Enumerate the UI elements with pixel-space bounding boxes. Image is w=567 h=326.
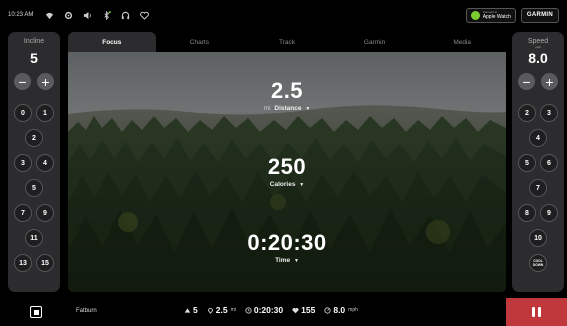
incline-preset[interactable]: 11: [25, 229, 43, 247]
incline-title: Incline: [23, 38, 45, 45]
speed-preset[interactable]: 6: [540, 154, 558, 172]
speed-panel: Speed mph 8.0 − + 2 3 4 5 6 7 8 9 10 COO…: [512, 32, 564, 292]
garmin-button[interactable]: GARMIN: [520, 7, 559, 23]
cool-down-button[interactable]: COOL DOWN: [529, 254, 547, 272]
speed-increase-button[interactable]: +: [541, 73, 558, 90]
tab-media[interactable]: Media: [418, 32, 506, 52]
chevron-down-icon: ▼: [293, 258, 299, 264]
speed-preset[interactable]: 8: [518, 204, 536, 222]
incline-icon: [184, 307, 191, 313]
speed-preset[interactable]: 7: [529, 179, 547, 197]
focus-view: 2.5 mi Distance ▼ 250 Calories ▼ 0:20:30…: [68, 52, 506, 292]
distance-value: 2.5: [270, 78, 304, 103]
calories-label: Calories: [269, 181, 296, 188]
calories-value: 250: [267, 154, 307, 179]
calories-metric[interactable]: 250 Calories ▼: [68, 154, 506, 188]
incline-unit: [8, 45, 60, 48]
chevron-down-icon: ▼: [299, 182, 305, 188]
speedometer-icon: [324, 306, 331, 314]
speed-stat: 8.0 mph: [324, 305, 358, 315]
speed-title: Speed: [527, 38, 549, 45]
pause-button[interactable]: [506, 298, 567, 326]
speed-preset[interactable]: 2: [518, 104, 536, 122]
location-pin-icon: [207, 307, 213, 314]
incline-preset[interactable]: 15: [36, 254, 54, 272]
workout-name: Fatburn: [76, 308, 97, 314]
incline-stat: 5: [184, 305, 198, 315]
incline-preset[interactable]: 0: [14, 104, 32, 122]
incline-value: 5: [30, 50, 38, 66]
distance-unit: mi: [263, 105, 271, 112]
tab-focus[interactable]: Focus: [68, 32, 156, 52]
incline-preset[interactable]: 2: [25, 129, 43, 147]
speed-preset[interactable]: 5: [518, 154, 536, 172]
time-label: Time: [275, 257, 291, 264]
incline-preset[interactable]: 7: [14, 204, 32, 222]
volume-icon[interactable]: [81, 9, 93, 21]
stop-button[interactable]: [30, 306, 42, 318]
incline-preset[interactable]: 9: [36, 204, 54, 222]
clock-icon: [245, 306, 252, 314]
incline-increase-button[interactable]: +: [37, 73, 54, 90]
time-value: 0:20:30: [247, 230, 327, 255]
apple-watch-button[interactable]: Connect to Apple Watch: [465, 7, 516, 23]
speed-unit: mph: [535, 45, 541, 49]
speed-preset[interactable]: 4: [529, 129, 547, 147]
speed-preset[interactable]: 10: [529, 229, 547, 247]
time-metric[interactable]: 0:20:30 Time ▼: [68, 230, 506, 264]
wifi-icon: [43, 9, 55, 21]
incline-preset[interactable]: 1: [36, 104, 54, 122]
pause-icon: [532, 307, 535, 317]
status-bar: 10:23 AM Connect to Apple Watch GARMIN: [0, 0, 567, 30]
chevron-down-icon: ▼: [305, 106, 311, 112]
distance-label: Distance: [274, 105, 302, 112]
speed-decrease-button[interactable]: −: [518, 73, 535, 90]
stop-icon: [33, 309, 39, 315]
speed-value: 8.0: [528, 50, 548, 66]
distance-metric[interactable]: 2.5 mi Distance ▼: [68, 78, 506, 112]
incline-preset[interactable]: 3: [14, 154, 32, 172]
speed-preset[interactable]: 9: [540, 204, 558, 222]
incline-preset[interactable]: 5: [25, 179, 43, 197]
incline-preset[interactable]: 13: [14, 254, 32, 272]
incline-preset[interactable]: 4: [36, 154, 54, 172]
summary-stats: 5 2.5 mi 0:20:30 155 8.0 mph: [184, 305, 358, 315]
bottom-bar: Fatburn 5 2.5 mi 0:20:30 155 8.0 mph: [0, 298, 567, 326]
tab-garmin[interactable]: Garmin: [331, 32, 419, 52]
tab-charts[interactable]: Charts: [156, 32, 244, 52]
clock: 10:23 AM: [8, 12, 34, 18]
tab-bar: Focus Charts Track Garmin Media: [68, 32, 506, 52]
distance-stat: 2.5 mi: [207, 305, 236, 315]
incline-panel: Incline 5 − + 0 1 2 3 4 5 7 9 11 13 15: [8, 32, 60, 292]
time-stat: 0:20:30: [245, 305, 283, 315]
settings-icon[interactable]: [62, 9, 74, 21]
incline-decrease-button[interactable]: −: [14, 73, 31, 90]
headphones-icon[interactable]: [119, 9, 131, 21]
heart-icon: [292, 307, 299, 313]
tab-track[interactable]: Track: [243, 32, 331, 52]
heart-icon[interactable]: [138, 9, 150, 21]
heart-rate-stat: 155: [292, 305, 315, 315]
speed-preset[interactable]: 3: [540, 104, 558, 122]
bluetooth-icon[interactable]: [100, 9, 112, 21]
apple-watch-icon: [470, 10, 480, 20]
